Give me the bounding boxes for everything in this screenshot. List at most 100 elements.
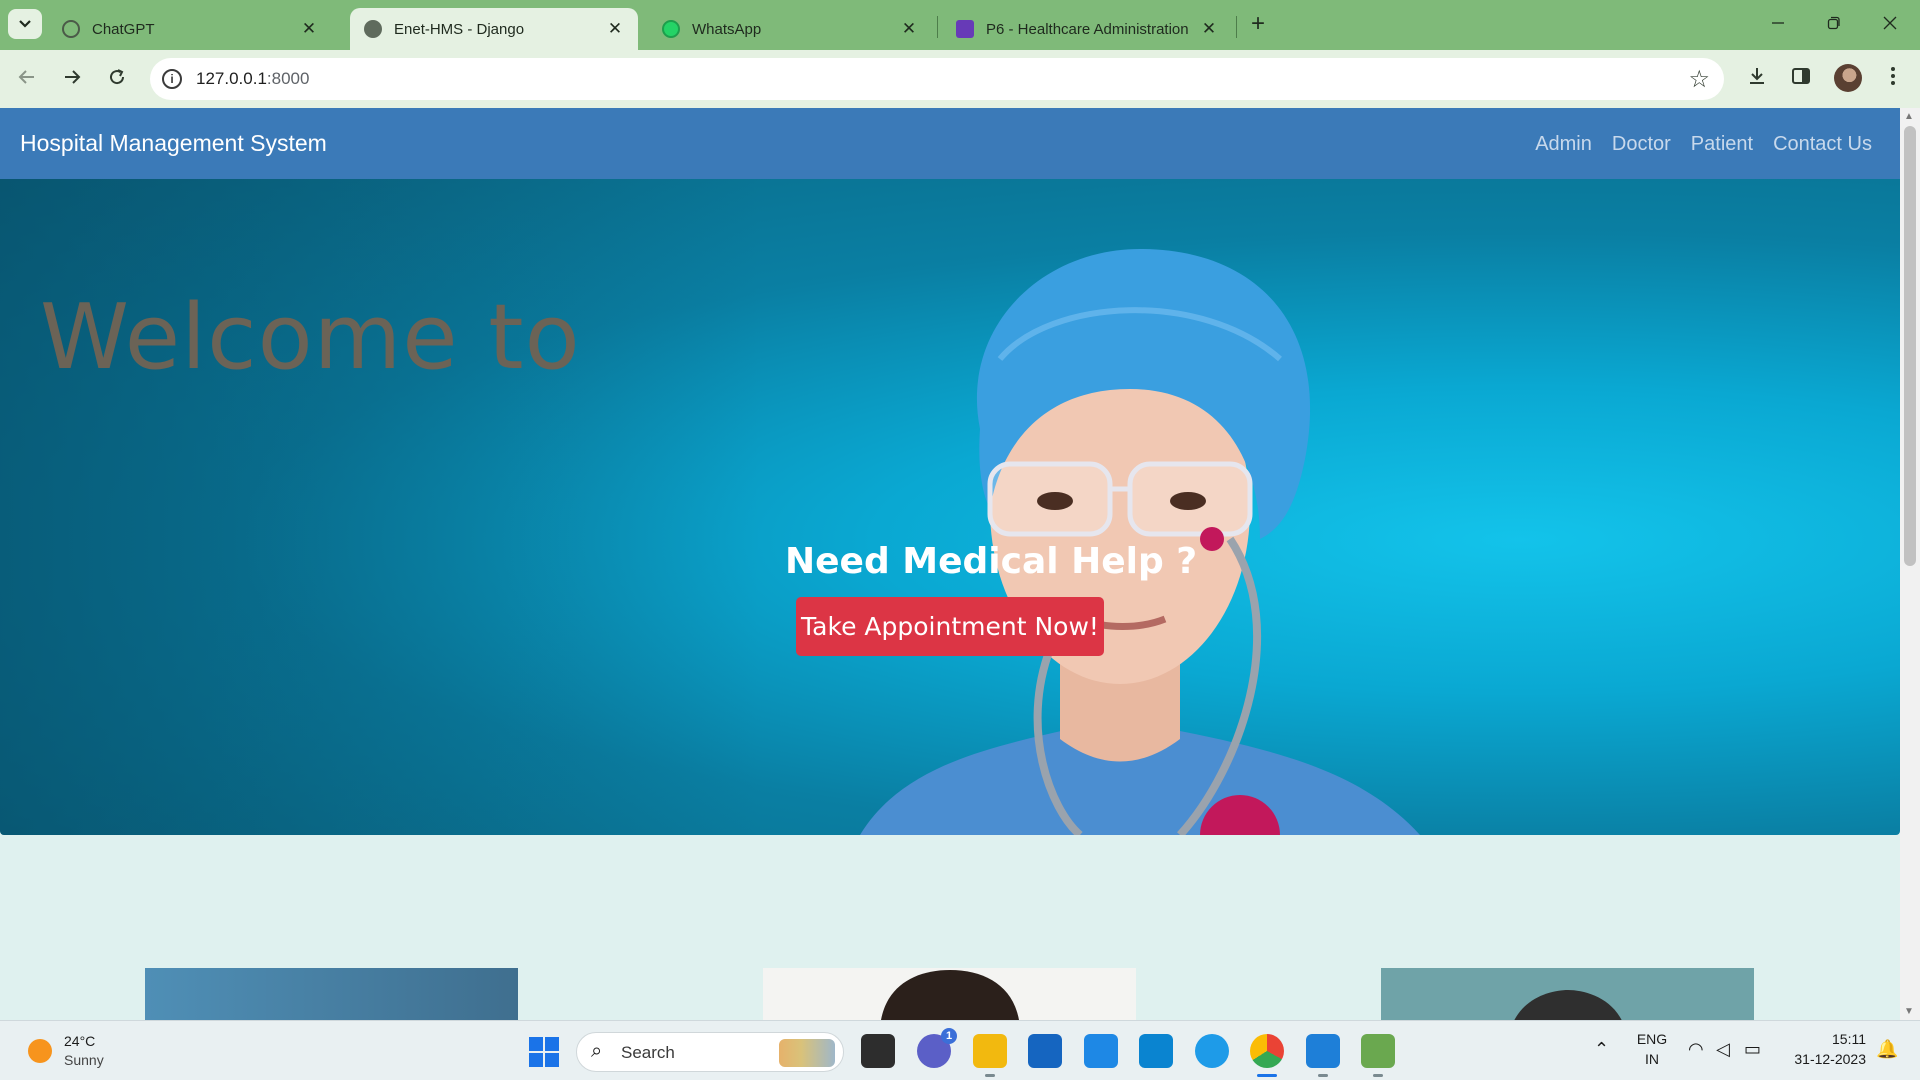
hero-title: Need Medical Help ? [785,541,1198,582]
windows-logo-icon [545,1053,559,1067]
tab-separator [937,16,938,38]
close-window-button[interactable] [1870,8,1910,40]
teams-chat-icon[interactable]: 1 [917,1028,957,1068]
tab-enet-hms[interactable]: Enet-HMS - Django ✕ [350,8,638,50]
weather-description[interactable]: Sunny [64,1052,104,1068]
arrow-left-icon [18,70,34,84]
hero-shade [0,179,760,835]
side-panel-button[interactable] [1786,64,1816,94]
doctor-illustration [860,249,1420,835]
chevron-down-icon [19,20,31,28]
nav-link-patient[interactable]: Patient [1691,133,1753,156]
browser-toolbar: i 127.0.0.1:8000 ☆ [0,50,1920,108]
taskbar-search-label: Search [621,1043,675,1062]
url-host: 127.0.0.1 [196,69,267,88]
new-tab-button[interactable]: + [1244,10,1272,38]
tab-title: WhatsApp [692,20,762,38]
nav-link-contact[interactable]: Contact Us [1773,133,1872,156]
forms-icon [956,20,974,38]
tab-search-button[interactable] [8,9,42,39]
weather-temperature[interactable]: 24°C [64,1033,95,1049]
help-icon[interactable] [1195,1034,1229,1068]
sun-icon[interactable] [28,1039,52,1063]
card-patient-image [1381,968,1754,1020]
clock-time[interactable]: 15:11 [1786,1031,1866,1047]
browser-menu-button[interactable] [1878,64,1908,94]
minimize-icon [1772,22,1784,24]
task-view-icon[interactable] [861,1034,895,1068]
close-icon [1883,16,1897,30]
taskbar-search[interactable]: ⌕ Search [576,1032,844,1072]
nav-link-doctor[interactable]: Doctor [1612,133,1671,156]
url-text[interactable]: 127.0.0.1:8000 [196,69,309,89]
restore-button[interactable] [1814,8,1854,40]
taskbar: 24°C Sunny ⌕ Search 1 ⌃ ENG IN ◠ ◁ ▭ 15:… [0,1020,1920,1080]
running-indicator [985,1074,995,1077]
battery-icon[interactable]: ▭ [1744,1039,1761,1060]
myhp-icon[interactable] [1139,1034,1173,1068]
page-scrollbar[interactable]: ▲ ▼ [1900,108,1920,1020]
tab-chatgpt[interactable]: ChatGPT ✕ [48,8,332,50]
region-indicator[interactable]: IN [1634,1051,1670,1067]
take-appointment-button[interactable]: Take Appointment Now! [796,597,1104,656]
wifi-icon[interactable]: ◠ [1688,1039,1704,1060]
reload-icon [110,69,125,85]
patient-avatar-illustration [1514,990,1622,1020]
vscode-icon[interactable] [1306,1034,1340,1068]
file-explorer-icon[interactable] [973,1034,1007,1068]
chevron-up-icon[interactable]: ⌃ [1594,1039,1609,1060]
restore-icon [1827,16,1840,30]
web-page: Hospital Management System Admin Doctor … [0,108,1900,1020]
hero-welcome-text: Welcome to [40,285,581,390]
windows-logo-icon [545,1037,559,1051]
scroll-up-icon[interactable]: ▲ [1904,111,1914,122]
browser-tab-bar: ChatGPT ✕ Enet-HMS - Django ✕ WhatsApp ✕… [0,0,1920,50]
site-info-icon[interactable]: i [162,69,182,89]
back-button[interactable] [12,64,42,94]
globe-icon [364,20,382,38]
arrow-right-icon [65,70,81,84]
scrollbar-thumb[interactable] [1904,126,1916,566]
minimize-button[interactable] [1758,8,1798,40]
whatsapp-icon [662,20,680,38]
profile-avatar[interactable] [1834,64,1862,92]
chatgpt-icon [62,20,80,38]
tab-whatsapp[interactable]: WhatsApp ✕ [648,8,932,50]
card-admin-image [145,968,518,1020]
running-indicator [1373,1074,1383,1077]
microsoft-store-icon[interactable] [1028,1034,1062,1068]
tab-title: Enet-HMS - Django [394,20,525,38]
address-bar[interactable]: i 127.0.0.1:8000 ☆ [150,58,1724,100]
start-button[interactable] [529,1037,559,1067]
tab-healthcare-admin[interactable]: P6 - Healthcare Administration ✕ [942,8,1232,50]
search-icon: ⌕ [591,1040,603,1062]
reload-button[interactable] [102,64,132,94]
notification-bell-icon[interactable]: 🔔 [1876,1039,1898,1060]
doctor-avatar-illustration [881,970,1019,1020]
teams-badge: 1 [941,1028,957,1044]
forward-button[interactable] [57,64,87,94]
more-vert-icon [1891,67,1895,85]
volume-icon[interactable]: ◁ [1716,1039,1730,1060]
chrome-icon[interactable] [1250,1034,1284,1068]
clock-date[interactable]: 31-12-2023 [1786,1051,1866,1067]
scroll-down-icon[interactable]: ▼ [1904,1006,1914,1017]
site-brand[interactable]: Hospital Management System [20,130,327,157]
nav-link-admin[interactable]: Admin [1535,133,1592,156]
close-icon[interactable]: ✕ [900,19,918,39]
language-indicator[interactable]: ENG [1634,1031,1670,1047]
bookmark-star-icon[interactable]: ☆ [1688,65,1710,94]
url-port: :8000 [266,69,310,88]
paint-icon[interactable] [1361,1034,1395,1068]
card-doctor-image [763,968,1136,1020]
close-icon[interactable]: ✕ [1200,19,1218,39]
close-icon[interactable]: ✕ [300,19,318,39]
mail-icon[interactable] [1084,1034,1118,1068]
tab-title: ChatGPT [92,20,155,38]
side-panel-icon [1792,68,1810,84]
hero-banner: Welcome to Need Medical Help ? Take Appo… [0,179,1900,835]
download-icon [1750,68,1764,84]
running-indicator [1318,1074,1328,1077]
downloads-button[interactable] [1742,64,1772,94]
close-icon[interactable]: ✕ [606,19,624,39]
